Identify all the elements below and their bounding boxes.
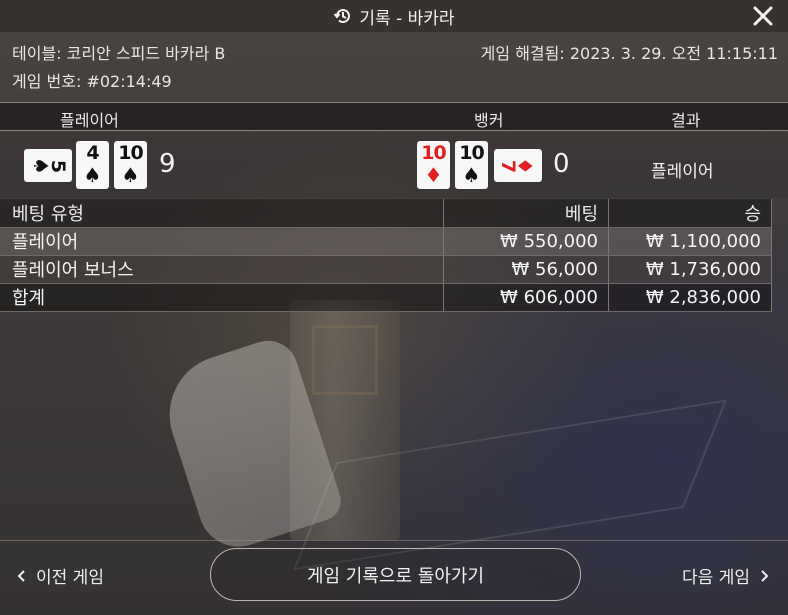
card-rank: 10 (459, 142, 484, 164)
bet-amount: ₩ 550,000 (443, 227, 610, 256)
table-row: 플레이어 보너스 ₩ 56,000 ₩ 1,736,000 (0, 255, 772, 284)
bets-table: 베팅 유형 베팅 승 플레이어 ₩ 550,000 ₩ 1,100,000 플레… (0, 199, 772, 312)
banker-card-3: 7 ♦ (494, 149, 542, 182)
player-card-3: 10 ♠ (114, 141, 147, 189)
win-amount: ₩ 1,100,000 (608, 227, 772, 256)
win-amount-header: 승 (608, 199, 772, 228)
next-game-button[interactable]: 다음 게임 (682, 563, 770, 588)
card-rank: 4 (86, 142, 99, 164)
table-name: 테이블: 코리안 스피드 바카라 B (12, 44, 226, 63)
previous-game-label: 이전 게임 (36, 568, 104, 588)
bet-type: 플레이어 보너스 (0, 255, 445, 284)
card-suit: ♦ (424, 163, 443, 187)
game-info-row: 테이블: 코리안 스피드 바카라 B 게임 해결됨: 2023. 3. 29. … (12, 38, 778, 66)
card-suit: ♠ (462, 163, 481, 187)
game-info: 테이블: 코리안 스피드 바카라 B 게임 해결됨: 2023. 3. 29. … (12, 38, 778, 94)
card-suit: ♠ (121, 163, 140, 187)
banker-card-1: 10 ♦ (417, 141, 450, 189)
results-header: 플레이어 뱅커 결과 (0, 103, 788, 131)
chevron-left-icon (17, 569, 25, 582)
total-bet: ₩ 606,000 (443, 283, 610, 312)
player-card-1: ♠ 5 (24, 149, 72, 182)
round-outcome: 플레이어 (651, 162, 714, 182)
bet-type: 플레이어 (0, 227, 445, 256)
card-rank: 10 (421, 142, 446, 164)
player-label: 플레이어 (60, 111, 119, 130)
bet-type-header: 베팅 유형 (0, 199, 445, 228)
chevron-right-icon (761, 569, 769, 582)
back-to-history-label: 게임 기록으로 돌아가기 (306, 565, 485, 587)
total-row: 합계 ₩ 606,000 ₩ 2,836,000 (0, 283, 772, 312)
banker-score: 0 (553, 149, 570, 179)
next-game-label: 다음 게임 (682, 568, 750, 588)
game-number: 게임 번호: #02:14:49 (12, 72, 172, 91)
history-icon (333, 6, 353, 26)
close-button[interactable] (750, 3, 776, 29)
round-results: 플레이어 뱅커 결과 ♠ 5 4 ♠ 10 ♠ 10 ♦ 10 ♠ 7 ♦ 9 … (0, 102, 788, 198)
card-rank: 10 (118, 142, 143, 164)
total-win: ₩ 2,836,000 (608, 283, 772, 312)
footer-nav: 이전 게임 게임 기록으로 돌아가기 다음 게임 (0, 540, 788, 615)
banker-label: 뱅커 (474, 111, 504, 130)
player-score: 9 (159, 149, 176, 179)
game-info-row: 게임 번호: #02:14:49 (12, 66, 778, 94)
win-amount: ₩ 1,736,000 (608, 255, 772, 284)
bet-amount: ₩ 56,000 (443, 255, 610, 284)
bet-amount-header: 베팅 (443, 199, 610, 228)
result-label: 결과 (671, 111, 701, 130)
previous-game-button[interactable]: 이전 게임 (16, 563, 104, 588)
banker-card-2: 10 ♠ (455, 141, 488, 189)
card-suit: ♠ (83, 163, 102, 187)
background-pillar-panel (312, 325, 378, 395)
card-rank: 5 (46, 159, 69, 172)
table-row: 플레이어 ₩ 550,000 ₩ 1,100,000 (0, 227, 772, 256)
title-bar: 기록 - 바카라 (0, 0, 788, 32)
card-suit: ♦ (513, 156, 538, 175)
bets-header-row: 베팅 유형 베팅 승 (0, 199, 772, 228)
player-card-2: 4 ♠ (76, 141, 109, 189)
title-group: 기록 - 바카라 (333, 4, 455, 29)
page-title: 기록 - 바카라 (359, 8, 455, 29)
back-to-history-button[interactable]: 게임 기록으로 돌아가기 (210, 548, 581, 601)
total-label: 합계 (0, 283, 445, 312)
resolved-time: 게임 해결됨: 2023. 3. 29. 오전 11:15:11 (480, 44, 778, 63)
close-icon (753, 6, 773, 26)
